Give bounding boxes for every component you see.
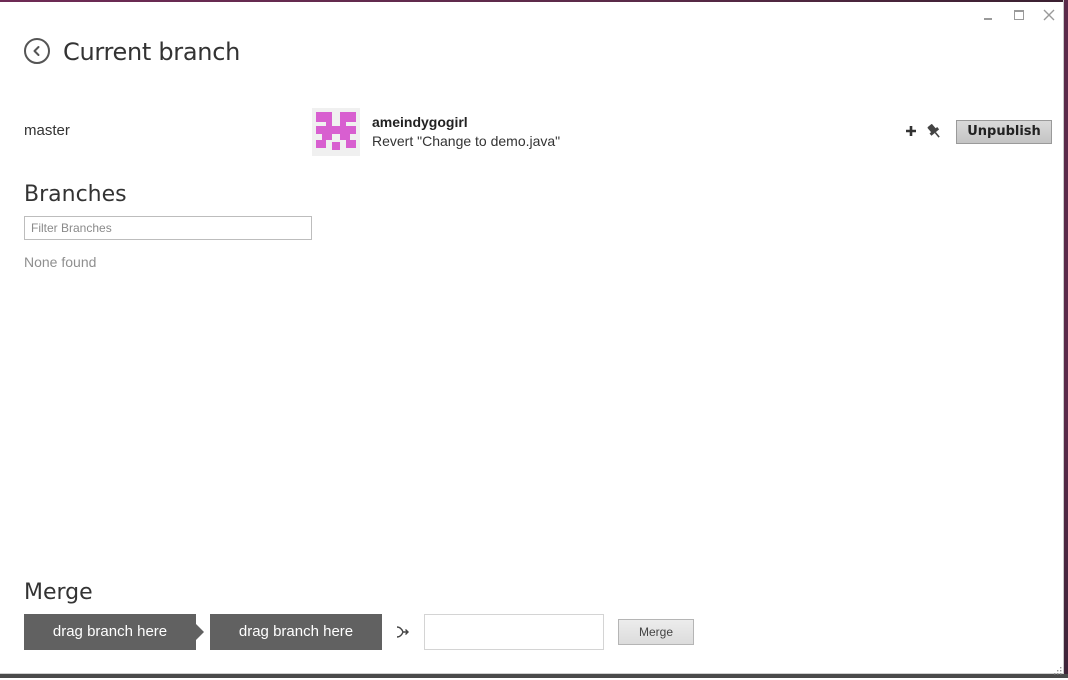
merge-heading: Merge (24, 580, 93, 605)
back-arrow-icon (33, 46, 40, 56)
page-title: Current branch (63, 38, 240, 66)
merge-arrow-icon (396, 624, 410, 640)
minimize-button[interactable] (977, 6, 999, 24)
maximize-button[interactable] (1008, 6, 1030, 24)
commit-author: ameindygogirl (372, 114, 468, 130)
window-bottom-border (0, 674, 1068, 678)
filter-branches-input[interactable] (24, 216, 312, 240)
back-button[interactable] (24, 38, 50, 64)
resize-grip-icon[interactable] (1052, 662, 1062, 675)
window-top-border (0, 0, 1068, 2)
merge-target-slot[interactable]: drag branch here (210, 614, 382, 650)
close-icon (1043, 9, 1055, 21)
merge-result-field[interactable] (424, 614, 604, 650)
merge-source-slot[interactable]: drag branch here (24, 614, 204, 650)
current-branch-name: master (24, 122, 70, 139)
merge-button[interactable]: Merge (618, 619, 694, 645)
unpublish-button[interactable]: Unpublish (956, 120, 1052, 144)
branches-heading: Branches (24, 182, 127, 207)
branches-empty-text: None found (24, 254, 97, 270)
window-right-border (1064, 0, 1068, 678)
avatar (312, 108, 360, 156)
identicon-image (312, 108, 360, 156)
pin-icon[interactable] (925, 122, 943, 140)
close-button[interactable] (1038, 6, 1060, 24)
plus-icon[interactable] (903, 123, 919, 139)
commit-message: Revert "Change to demo.java" (372, 133, 561, 149)
